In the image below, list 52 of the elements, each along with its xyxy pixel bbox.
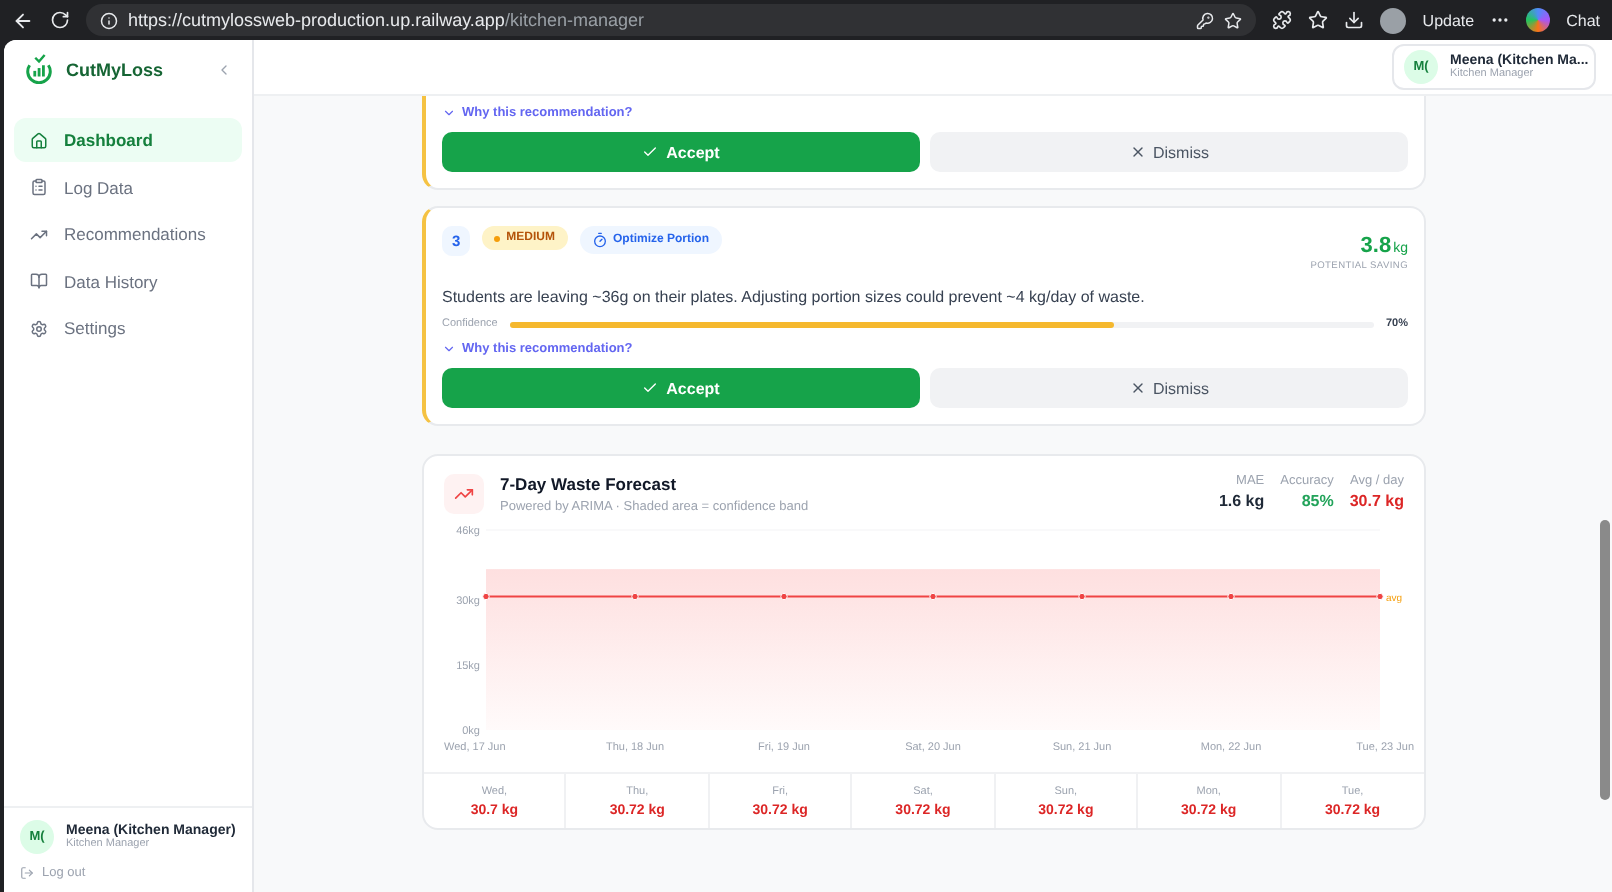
stat-value: 1.6 kg	[1218, 492, 1265, 510]
brand-name: CutMyLoss	[66, 59, 166, 79]
accept-button[interactable]: Accept	[442, 368, 920, 408]
key-icon[interactable]	[1196, 11, 1215, 29]
data-point	[1078, 592, 1086, 601]
address-bar[interactable]: https://cutmylossweb-production.up.railway.app/kitchen-manager	[86, 4, 1257, 36]
data-point	[780, 592, 788, 601]
download-icon[interactable]	[1344, 10, 1365, 30]
dismiss-button[interactable]: Dismiss	[930, 368, 1408, 408]
chevron-down-icon	[442, 106, 456, 120]
settings-icon	[30, 319, 48, 337]
nav-item[interactable]: Dashboard	[14, 118, 242, 162]
data-point	[1376, 592, 1384, 601]
forecast-title: 7-Day Waste Forecast	[500, 474, 679, 494]
dismiss-button[interactable]: Dismiss	[930, 132, 1408, 172]
trend-icon	[30, 225, 48, 243]
trend-icon	[444, 474, 484, 514]
reload-icon[interactable]	[50, 10, 70, 30]
data-point	[482, 592, 490, 601]
stat-value: 85%	[1301, 492, 1334, 510]
saving-value: 3.8	[1360, 234, 1392, 258]
back-icon[interactable]	[12, 9, 34, 31]
favorites-icon[interactable]	[1308, 10, 1329, 30]
close-icon	[1129, 380, 1145, 396]
clipboard-icon	[30, 178, 48, 196]
update-button[interactable]: Update	[1422, 11, 1475, 29]
profile-avatar[interactable]	[1380, 7, 1407, 33]
logo-icon	[24, 54, 54, 84]
data-point	[1227, 592, 1235, 601]
recommendation-text: Students are leaving ~36g on their plates. Adjusting portion sizes could prevent ~4 kg/day of waste.	[442, 288, 1147, 306]
home-icon	[30, 131, 48, 149]
nav-item[interactable]: Settings	[14, 306, 242, 350]
check-icon	[642, 380, 659, 396]
accept-button[interactable]: Accept	[442, 132, 920, 172]
scrollbar[interactable]	[1600, 520, 1610, 800]
close-icon	[1129, 144, 1145, 160]
star-icon[interactable]	[1224, 11, 1243, 29]
data-point	[631, 592, 639, 601]
stat-value: 30.7 kg	[1349, 492, 1404, 510]
book-icon	[30, 272, 48, 290]
extensions-icon[interactable]	[1272, 10, 1293, 30]
nav-item[interactable]: Log Data	[14, 165, 242, 209]
chevron-down-icon	[442, 342, 456, 356]
nav-item[interactable]: Data History	[14, 259, 242, 303]
chat-icon[interactable]	[1526, 8, 1551, 32]
data-point	[929, 592, 937, 601]
chat-button[interactable]: Chat	[1566, 11, 1600, 29]
logout-icon	[20, 866, 34, 880]
check-icon	[642, 144, 659, 160]
info-icon	[100, 11, 118, 29]
nav-item[interactable]: Recommendations	[14, 212, 242, 256]
url-text: https://cutmylossweb-production.up.railway.app/kitchen-manager	[128, 10, 644, 30]
